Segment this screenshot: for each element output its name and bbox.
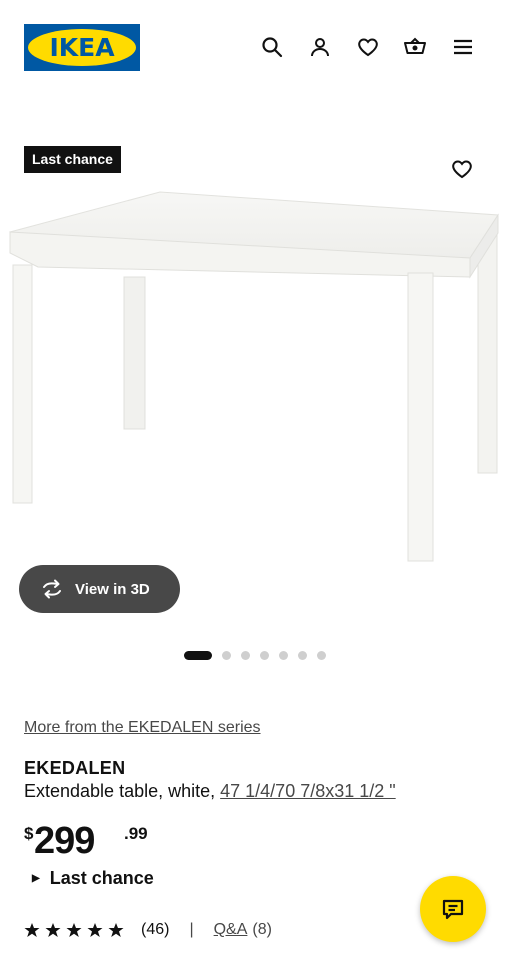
series-link[interactable]: More from the EKEDALEN series — [24, 719, 261, 737]
search-icon[interactable] — [258, 33, 286, 61]
last-chance-status[interactable]: ▶ Last chance — [32, 868, 154, 889]
qa-count: (8) — [252, 921, 272, 938]
logo-text: IKEA — [49, 33, 115, 62]
view-in-3d-button[interactable]: View in 3D — [19, 565, 180, 613]
cart-icon[interactable] — [401, 33, 429, 61]
price-integer: 299 — [34, 820, 95, 862]
separator: | — [189, 921, 194, 938]
qa-link[interactable]: Q&A — [214, 921, 248, 939]
star-icon — [45, 923, 61, 937]
review-count-link[interactable]: (46) — [141, 921, 169, 939]
description-text: Extendable table, white, — [24, 781, 221, 801]
chat-button[interactable] — [420, 876, 486, 942]
ikea-logo[interactable]: IKEA — [24, 24, 140, 71]
save-to-favorites-heart-icon[interactable] — [449, 156, 475, 182]
status-label: Last chance — [49, 868, 154, 888]
carousel-dot[interactable] — [298, 650, 307, 660]
star-icon — [24, 923, 40, 937]
chat-icon — [442, 899, 464, 920]
header: IKEA — [0, 0, 510, 95]
caret-right-icon: ▶ — [32, 873, 40, 884]
price-currency: $ — [24, 824, 34, 843]
last-chance-badge: Last chance — [24, 146, 121, 173]
price-decimal: .99 — [124, 824, 148, 843]
favorites-icon[interactable] — [354, 33, 382, 61]
carousel-dot[interactable] — [260, 650, 269, 660]
star-icon — [87, 923, 103, 937]
account-icon[interactable] — [306, 33, 334, 61]
carousel-dot[interactable] — [279, 650, 288, 660]
carousel-dot[interactable] — [317, 650, 326, 660]
carousel-dot-active[interactable] — [184, 650, 212, 660]
product-image-table[interactable] — [0, 185, 510, 580]
dimensions-link[interactable]: 47 1/4/70 7/8x31 1/2 " — [220, 781, 396, 801]
star-icon — [108, 923, 124, 937]
image-carousel-indicator — [184, 650, 326, 660]
rotate-3d-icon — [43, 579, 61, 599]
star-icon — [66, 923, 82, 937]
product-name: EKEDALEN — [24, 758, 126, 778]
product-description: Extendable table, white, 47 1/4/70 7/8x3… — [24, 781, 396, 802]
carousel-dot[interactable] — [222, 650, 231, 660]
view-in-3d-label: View in 3D — [75, 580, 150, 598]
carousel-dot[interactable] — [241, 650, 250, 660]
menu-icon[interactable] — [449, 33, 477, 61]
rating-row: (46) | Q&A (8) — [24, 921, 272, 939]
